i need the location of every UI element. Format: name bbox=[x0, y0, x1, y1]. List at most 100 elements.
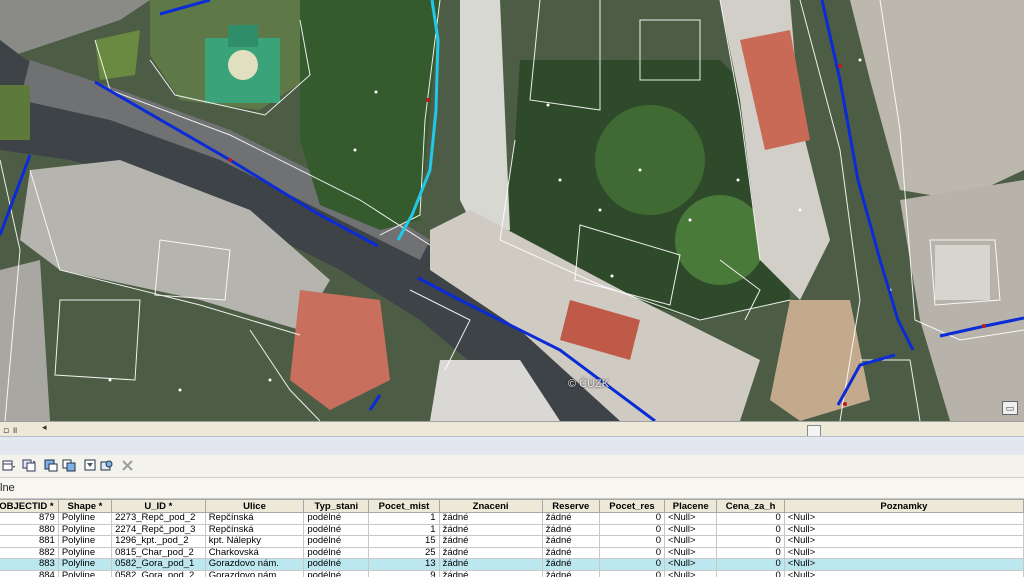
cell-poznamky[interactable]: <Null> bbox=[783, 512, 1024, 525]
cell-ulice[interactable]: Řepčínská bbox=[204, 523, 305, 536]
table-options-icon[interactable] bbox=[2, 459, 16, 472]
table-row[interactable]: 884 Polyline 0582_Gora_pod_2 Gorazdovo nám.… bbox=[0, 569, 1024, 577]
cell-pocet-mist[interactable]: 25 bbox=[368, 546, 440, 559]
column-header-znaceni[interactable]: Znaceni bbox=[438, 499, 543, 513]
attribute-table[interactable]: OBJECTID * Shape * U_ID * Ulice Typ_stan… bbox=[0, 499, 1024, 577]
cell-shape[interactable]: Polyline bbox=[57, 512, 113, 525]
cell-znaceni[interactable]: žádné bbox=[438, 546, 543, 559]
cell-pocet-res[interactable]: 0 bbox=[598, 523, 666, 536]
column-header-pocet-res[interactable]: Pocet_res bbox=[598, 499, 666, 513]
cell-poznamky[interactable]: <Null> bbox=[783, 569, 1024, 577]
cell-znaceni[interactable]: žádné bbox=[438, 535, 543, 548]
cell-placene[interactable]: <Null> bbox=[664, 512, 718, 525]
scroll-left-arrow-icon[interactable]: ◂ bbox=[42, 423, 47, 433]
cell-cena-za-h[interactable]: 0 bbox=[716, 558, 785, 571]
cell-cena-za-h[interactable]: 0 bbox=[716, 512, 785, 525]
cell-placene[interactable]: <Null> bbox=[664, 546, 718, 559]
cell-poznamky[interactable]: <Null> bbox=[783, 546, 1024, 559]
cell-znaceni[interactable]: žádné bbox=[438, 512, 543, 525]
cell-ulice[interactable]: Řepčínská bbox=[204, 512, 305, 525]
cell-shape[interactable]: Polyline bbox=[57, 523, 113, 536]
cell-cena-za-h[interactable]: 0 bbox=[716, 569, 785, 577]
cell-pocet-mist[interactable]: 1 bbox=[368, 523, 440, 536]
delete-selected-icon[interactable] bbox=[121, 459, 135, 472]
table-row[interactable]: 881 Polyline 1296_kpt._pod_2 kpt. Nálepky po… bbox=[0, 535, 1024, 548]
column-header-poznamky[interactable]: Poznamky bbox=[783, 499, 1024, 513]
related-tables-icon[interactable] bbox=[22, 459, 36, 472]
cell-shape[interactable]: Polyline bbox=[57, 546, 113, 559]
cell-typ-stani[interactable]: podélné bbox=[303, 512, 370, 525]
cell-shape[interactable]: Polyline bbox=[57, 535, 113, 548]
cell-placene[interactable]: <Null> bbox=[664, 523, 718, 536]
cell-pocet-mist[interactable]: 13 bbox=[368, 558, 440, 571]
cell-znaceni[interactable]: žádné bbox=[438, 569, 543, 577]
cell-typ-stani[interactable]: podélné bbox=[303, 535, 370, 548]
cell-poznamky[interactable]: <Null> bbox=[783, 558, 1024, 571]
column-header-shape[interactable]: Shape * bbox=[57, 499, 113, 513]
panel-splitter[interactable] bbox=[0, 436, 1024, 456]
cell-placene[interactable]: <Null> bbox=[664, 535, 718, 548]
cell-uid[interactable]: 1296_kpt._pod_2 bbox=[111, 535, 206, 548]
cell-pocet-res[interactable]: 0 bbox=[598, 558, 666, 571]
column-header-objectid[interactable]: OBJECTID * bbox=[0, 499, 59, 513]
cell-shape[interactable]: Polyline bbox=[57, 569, 113, 577]
cell-reserve[interactable]: žádné bbox=[541, 535, 600, 548]
cell-objectid[interactable]: 881 bbox=[0, 535, 59, 548]
cell-ulice[interactable]: kpt. Nálepky bbox=[204, 535, 305, 548]
clear-selection-icon[interactable] bbox=[84, 459, 98, 472]
cell-pocet-res[interactable]: 0 bbox=[598, 546, 666, 559]
cell-poznamky[interactable]: <Null> bbox=[783, 535, 1024, 548]
cell-placene[interactable]: <Null> bbox=[664, 558, 718, 571]
cell-cena-za-h[interactable]: 0 bbox=[716, 546, 785, 559]
cell-ulice[interactable]: Charkovská bbox=[204, 546, 305, 559]
cell-placene[interactable]: <Null> bbox=[664, 569, 718, 577]
map-view[interactable]: © ČÚZK ▭ bbox=[0, 0, 1024, 421]
cell-pocet-res[interactable]: 0 bbox=[598, 569, 666, 577]
table-row[interactable]: 882 Polyline 0815_Char_pod_2 Charkovská podé… bbox=[0, 546, 1024, 559]
layer-tab[interactable]: lne bbox=[0, 478, 1024, 499]
cell-objectid[interactable]: 880 bbox=[0, 523, 59, 536]
cell-reserve[interactable]: žádné bbox=[541, 558, 600, 571]
cell-uid[interactable]: 2273_Řepč_pod_2 bbox=[111, 512, 206, 525]
map-horizontal-scrollbar[interactable]: ▫ ॥ ◂ bbox=[0, 421, 1024, 438]
cell-pocet-mist[interactable]: 1 bbox=[368, 512, 440, 525]
cell-uid[interactable]: 2274_Řepč_pod_3 bbox=[111, 523, 206, 536]
switch-selection-icon[interactable] bbox=[62, 459, 76, 472]
view-toggle-icon[interactable]: ▫ ॥ bbox=[3, 423, 17, 436]
table-row[interactable]: 879 Polyline 2273_Řepč_pod_2 Řepčínská podél… bbox=[0, 512, 1024, 525]
cell-ulice[interactable]: Gorazdovo nám. bbox=[204, 558, 305, 571]
column-header-cena-za-h[interactable]: Cena_za_h bbox=[716, 499, 785, 513]
cell-znaceni[interactable]: žádné bbox=[438, 523, 543, 536]
table-row[interactable]: 883 Polyline 0582_Gora_pod_1 Gorazdovo nám.… bbox=[0, 558, 1024, 571]
cell-pocet-res[interactable]: 0 bbox=[598, 535, 666, 548]
map-frame-icon[interactable]: ▭ bbox=[1002, 401, 1018, 415]
cell-shape[interactable]: Polyline bbox=[57, 558, 113, 571]
cell-pocet-mist[interactable]: 9 bbox=[368, 569, 440, 577]
cell-uid[interactable]: 0582_Gora_pod_1 bbox=[111, 558, 206, 571]
column-header-pocet-mist[interactable]: Pocet_mist bbox=[368, 499, 440, 513]
cell-objectid[interactable]: 884 bbox=[0, 569, 59, 577]
cell-reserve[interactable]: žádné bbox=[541, 546, 600, 559]
cell-reserve[interactable]: žádné bbox=[541, 569, 600, 577]
cell-typ-stani[interactable]: podélné bbox=[303, 558, 370, 571]
column-header-typ-stani[interactable]: Typ_stani bbox=[303, 499, 370, 513]
scroll-track[interactable] bbox=[52, 424, 1020, 438]
column-header-placene[interactable]: Placene bbox=[664, 499, 718, 513]
cell-reserve[interactable]: žádné bbox=[541, 523, 600, 536]
cell-pocet-mist[interactable]: 15 bbox=[368, 535, 440, 548]
cell-ulice[interactable]: Gorazdovo nám. bbox=[204, 569, 305, 577]
cell-cena-za-h[interactable]: 0 bbox=[716, 523, 785, 536]
cell-cena-za-h[interactable]: 0 bbox=[716, 535, 785, 548]
cell-pocet-res[interactable]: 0 bbox=[598, 512, 666, 525]
cell-objectid[interactable]: 883 bbox=[0, 558, 59, 571]
zoom-to-selected-icon[interactable] bbox=[100, 459, 114, 472]
cell-typ-stani[interactable]: podélné bbox=[303, 523, 370, 536]
column-header-ulice[interactable]: Ulice bbox=[204, 499, 305, 513]
cell-uid[interactable]: 0815_Char_pod_2 bbox=[111, 546, 206, 559]
cell-objectid[interactable]: 882 bbox=[0, 546, 59, 559]
select-by-attributes-icon[interactable] bbox=[44, 459, 58, 472]
cell-typ-stani[interactable]: podélné bbox=[303, 546, 370, 559]
column-header-uid[interactable]: U_ID * bbox=[111, 499, 206, 513]
cell-objectid[interactable]: 879 bbox=[0, 512, 59, 525]
cell-uid[interactable]: 0582_Gora_pod_2 bbox=[111, 569, 206, 577]
